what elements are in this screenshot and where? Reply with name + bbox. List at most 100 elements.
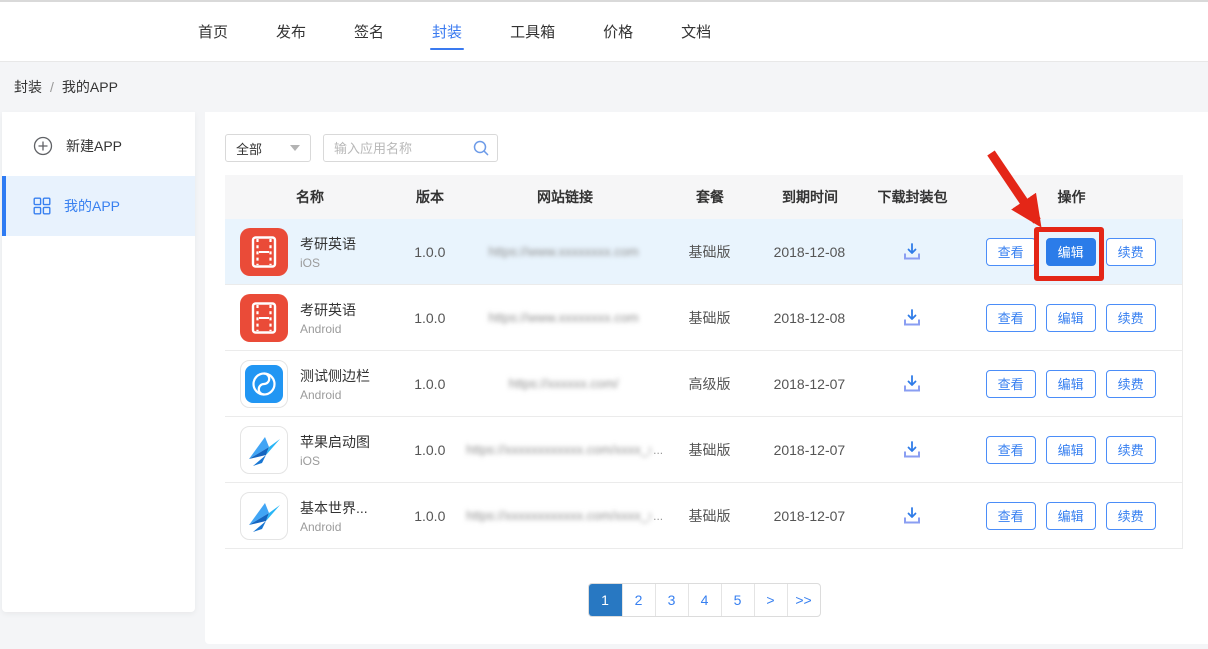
grid-icon [33, 197, 51, 215]
edit-button[interactable]: 编辑 [1046, 436, 1096, 464]
nav-item-label: 价格 [603, 21, 633, 42]
table-row-4: 苹果启动图 iOS 1.0.0 https://xxxxxxxxxxxx.com… [225, 417, 1183, 483]
download-icon[interactable] [899, 371, 925, 397]
expiry-date: 2018-12-08 [754, 244, 864, 260]
app-platform: Android [300, 322, 356, 336]
expiry-date: 2018-12-07 [754, 442, 864, 458]
sidebar-item-icon [33, 136, 53, 156]
plan: 基础版 [665, 242, 755, 262]
type-select[interactable]: 全部 [225, 134, 311, 162]
sidebar: 新建APP 我的APP [2, 112, 195, 612]
download-icon[interactable] [899, 437, 925, 463]
renew-button[interactable]: 续费 [1106, 304, 1156, 332]
table-row-2: 考研英语 Android 1.0.0 https://www.xxxxxxxx.… [225, 285, 1183, 351]
plan: 基础版 [665, 440, 755, 460]
table-row-1: 考研英语 iOS 1.0.0 https://www.xxxxxxxx.com … [225, 219, 1183, 285]
nav-item-pricing[interactable]: 价格 [603, 2, 633, 61]
pagination-last[interactable]: >> [787, 584, 820, 616]
website-link: https://www.xxxxxxxx.com [489, 310, 639, 325]
website-link: https://xxxxxx.com/ [509, 376, 619, 391]
s-logo-app-icon [240, 360, 288, 408]
column-header-6: 操作 [960, 187, 1183, 207]
breadcrumb-separator: / [50, 79, 54, 95]
view-button[interactable]: 查看 [986, 304, 1036, 332]
nav-item-publish[interactable]: 发布 [276, 2, 306, 61]
app-version: 1.0.0 [395, 508, 465, 524]
column-header-2: 网站链接 [465, 187, 665, 207]
app-icon [240, 360, 288, 408]
app-icon [240, 228, 288, 276]
app-platform: Android [300, 388, 370, 402]
download-icon[interactable] [899, 305, 925, 331]
breadcrumb-section[interactable]: 封装 [14, 77, 42, 97]
expiry-date: 2018-12-08 [754, 310, 864, 326]
paper-bird-app-icon [240, 426, 288, 474]
breadcrumb: 封装 / 我的APP [0, 62, 1208, 112]
view-button[interactable]: 查看 [986, 502, 1036, 530]
pagination-page-3[interactable]: 3 [655, 584, 688, 616]
nav-item-label: 发布 [276, 21, 306, 42]
sidebar-item-label: 新建APP [66, 136, 122, 156]
table-body: 考研英语 iOS 1.0.0 https://www.xxxxxxxx.com … [225, 219, 1183, 549]
app-version: 1.0.0 [395, 244, 465, 260]
plan: 基础版 [665, 308, 755, 328]
nav-item-toolbox[interactable]: 工具箱 [510, 2, 555, 61]
table-row-5: 基本世界... Android 1.0.0 https://xxxxxxxxxx… [225, 483, 1183, 549]
view-button[interactable]: 查看 [986, 238, 1036, 266]
pagination-page-1[interactable]: 1 [589, 584, 622, 616]
nav-item-package[interactable]: 封装 [432, 2, 462, 61]
nav-item-label: 工具箱 [510, 21, 555, 42]
app-name: 基本世界... [300, 498, 368, 518]
nav-item-home[interactable]: 首页 [198, 2, 228, 61]
website-link-ellipsis: ... [653, 443, 663, 457]
sidebar-item-new-app[interactable]: 新建APP [2, 116, 195, 176]
app-name: 测试侧边栏 [300, 366, 370, 386]
nav-item-signature[interactable]: 签名 [354, 2, 384, 61]
pagination-page-4[interactable]: 4 [688, 584, 721, 616]
app-icon [240, 294, 288, 342]
app-version: 1.0.0 [395, 310, 465, 326]
website-link: https://xxxxxxxxxxxx.com/xxxx_x [466, 508, 651, 523]
search-box [323, 134, 498, 162]
edit-button[interactable]: 编辑 [1046, 238, 1096, 266]
paper-bird-app-icon [240, 492, 288, 540]
nav-item-label: 文档 [681, 21, 711, 42]
edit-button[interactable]: 编辑 [1046, 370, 1096, 398]
sidebar-item-label: 我的APP [64, 196, 120, 216]
download-icon[interactable] [899, 503, 925, 529]
film-app-icon [240, 294, 288, 342]
column-header-4: 到期时间 [755, 187, 865, 207]
nav-item-docs[interactable]: 文档 [681, 2, 711, 61]
pagination-page-2[interactable]: 2 [622, 584, 655, 616]
sidebar-item-my-app[interactable]: 我的APP [2, 176, 195, 236]
plan: 高级版 [665, 374, 755, 394]
app-platform: iOS [300, 256, 356, 270]
view-button[interactable]: 查看 [986, 436, 1036, 464]
pagination-next[interactable]: > [754, 584, 787, 616]
edit-button[interactable]: 编辑 [1046, 502, 1096, 530]
nav-item-label: 首页 [198, 21, 228, 42]
table-header-row: 名称 版本 网站链接 套餐 到期时间 下载封装包 操作 [225, 175, 1183, 219]
view-button[interactable]: 查看 [986, 370, 1036, 398]
website-link: https://www.xxxxxxxx.com [489, 244, 639, 259]
website-link-ellipsis: ... [653, 509, 663, 523]
renew-button[interactable]: 续费 [1106, 238, 1156, 266]
edit-button[interactable]: 编辑 [1046, 304, 1096, 332]
sidebar-item-icon [33, 197, 51, 215]
column-header-1: 版本 [395, 187, 465, 207]
app-platform: Android [300, 520, 368, 534]
renew-button[interactable]: 续费 [1106, 502, 1156, 530]
renew-button[interactable]: 续费 [1106, 436, 1156, 464]
renew-button[interactable]: 续费 [1106, 370, 1156, 398]
column-header-0: 名称 [225, 187, 395, 207]
film-app-icon [240, 228, 288, 276]
pagination: 1 2 3 4 5 > >> [225, 583, 1183, 617]
table-row-3: 测试侧边栏 Android 1.0.0 https://xxxxxx.com/ … [225, 351, 1183, 417]
pagination-page-5[interactable]: 5 [721, 584, 754, 616]
search-icon[interactable] [472, 139, 490, 162]
app-name: 考研英语 [300, 300, 356, 320]
website-link: https://xxxxxxxxxxxx.com/xxxx_x [466, 442, 651, 457]
top-nav-bar: 首页 发布 签名 封装 工具箱 价格 文档 [0, 0, 1208, 62]
nav-item-label: 封装 [432, 21, 462, 42]
download-icon[interactable] [899, 239, 925, 265]
